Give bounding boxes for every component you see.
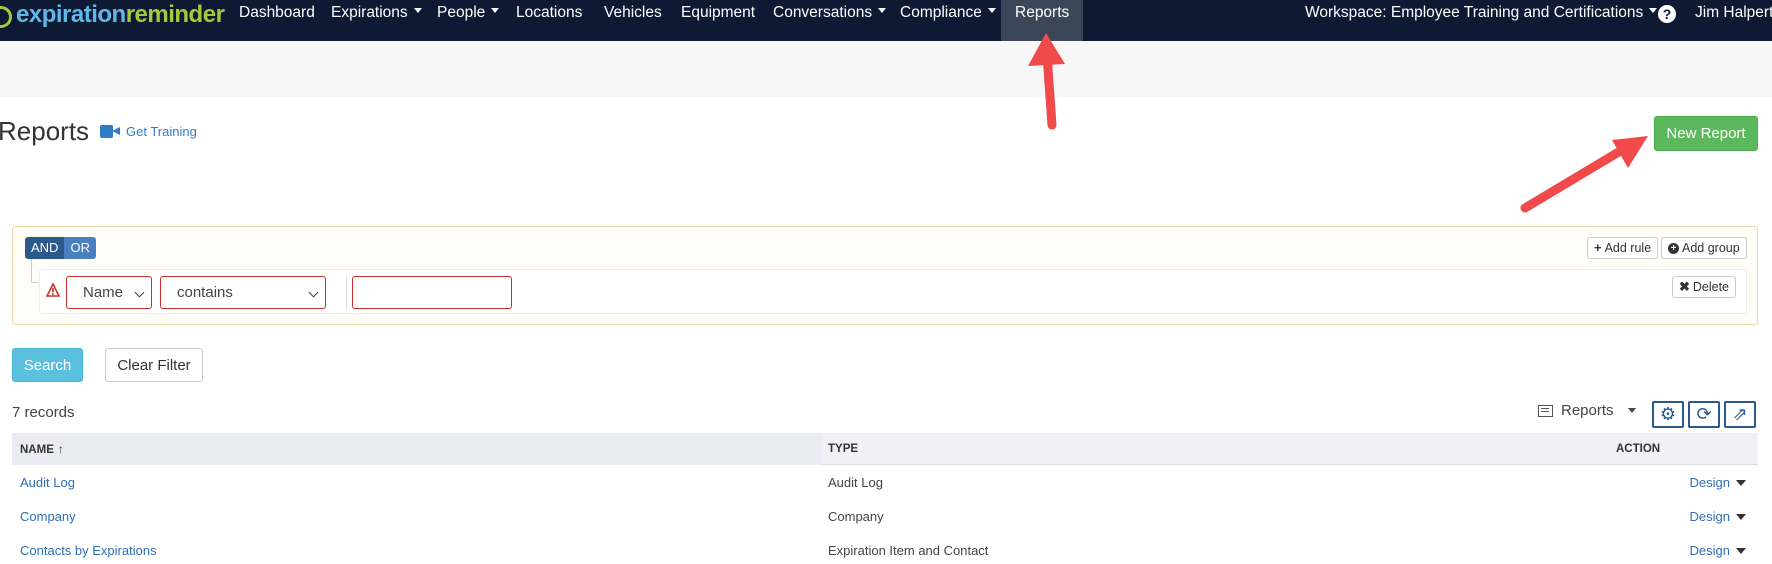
filter-rule: Name contains ✖ Delete	[39, 269, 1747, 314]
brand-text: expirationreminder	[16, 1, 225, 28]
video-camera-icon	[100, 125, 120, 138]
sort-ascending-icon: ↑	[57, 442, 64, 456]
filter-value-input[interactable]	[352, 276, 512, 309]
and-or-toggle: AND OR	[25, 237, 96, 259]
subheader-band	[0, 41, 1772, 97]
operator-select[interactable]: contains	[160, 276, 326, 309]
clear-filter-button[interactable]: Clear Filter	[105, 348, 203, 382]
table-row: Contacts by Expirations Expiration Item …	[12, 533, 1758, 564]
or-button[interactable]: OR	[64, 237, 96, 259]
chevron-down-icon	[134, 287, 145, 298]
refresh-button[interactable]: ⟳	[1688, 401, 1720, 428]
settings-button[interactable]: ⚙	[1652, 401, 1684, 428]
top-navbar: expirationreminder Dashboard Expirations…	[0, 0, 1772, 41]
field-select[interactable]: Name	[66, 276, 152, 309]
caret-down-icon	[1736, 547, 1746, 554]
add-group-button[interactable]: + Add group	[1661, 237, 1747, 259]
divider	[346, 276, 347, 309]
design-dropdown[interactable]: Design	[1690, 465, 1746, 500]
gear-icon: ⚙	[1659, 404, 1677, 424]
nav-equipment[interactable]: Equipment	[681, 0, 755, 41]
plus-icon: +	[1594, 240, 1602, 255]
and-button[interactable]: AND	[25, 237, 65, 259]
brand-mark-icon	[0, 6, 12, 28]
query-builder: AND OR + Add rule + Add group Name conta…	[12, 226, 1758, 325]
nav-locations[interactable]: Locations	[516, 0, 582, 41]
design-dropdown[interactable]: Design	[1690, 499, 1746, 534]
chevron-down-icon	[1649, 8, 1658, 14]
close-icon: ✖	[1678, 279, 1690, 294]
get-training-label: Get Training	[126, 124, 197, 139]
view-selector[interactable]: Reports	[1538, 402, 1636, 419]
refresh-icon: ⟳	[1696, 404, 1712, 424]
share-icon: ⇗	[1732, 404, 1748, 424]
page-title: Reports	[0, 116, 90, 146]
nav-vehicles[interactable]: Vehicles	[604, 0, 662, 41]
chevron-down-icon	[308, 287, 319, 298]
list-icon	[1538, 404, 1553, 417]
chevron-down-icon	[491, 8, 500, 14]
add-rule-button[interactable]: + Add rule	[1587, 237, 1659, 259]
warning-icon	[46, 283, 60, 297]
caret-down-icon	[1736, 479, 1746, 486]
table-row: Audit Log Audit Log Design	[12, 465, 1758, 500]
report-type: Expiration Item and Contact	[828, 543, 989, 558]
caret-down-icon	[1736, 513, 1746, 520]
search-button[interactable]: Search	[12, 348, 83, 382]
chevron-down-icon	[1627, 408, 1636, 413]
design-dropdown[interactable]: Design	[1690, 533, 1746, 564]
name-header-cell[interactable]	[12, 433, 822, 465]
nav-compliance[interactable]: Compliance	[900, 0, 996, 41]
nav-people[interactable]: People	[437, 0, 500, 41]
report-type: Audit Log	[828, 475, 883, 490]
column-header-type[interactable]: TYPE	[828, 433, 858, 465]
nav-dashboard[interactable]: Dashboard	[239, 0, 315, 41]
chevron-down-icon	[987, 8, 996, 14]
nav-conversations[interactable]: Conversations	[773, 0, 887, 41]
plus-circle-icon: +	[1668, 242, 1679, 254]
nav-expirations[interactable]: Expirations	[331, 0, 422, 41]
delete-rule-button[interactable]: ✖ Delete	[1671, 276, 1736, 298]
records-count: 7 records	[12, 404, 75, 421]
user-menu[interactable]: Jim Halpert	[1695, 0, 1772, 41]
report-name-link[interactable]: Company	[20, 499, 76, 534]
export-button[interactable]: ⇗	[1724, 401, 1756, 428]
chevron-down-icon	[878, 8, 887, 14]
report-type: Company	[828, 509, 884, 524]
table-row: Company Company Design	[12, 499, 1758, 534]
column-header-action: ACTION	[1616, 443, 1661, 455]
chevron-down-icon	[413, 8, 422, 14]
arrow-to-new-report-icon	[1520, 136, 1648, 213]
help-icon[interactable]: ?	[1658, 5, 1676, 23]
report-name-link[interactable]: Contacts by Expirations	[20, 533, 157, 564]
table-header: NAME ↑ TYPE ACTION	[12, 433, 1758, 465]
nav-reports[interactable]: Reports	[1001, 0, 1084, 41]
report-name-link[interactable]: Audit Log	[20, 465, 75, 500]
column-header-name[interactable]: NAME ↑	[20, 433, 64, 465]
new-report-button[interactable]: New Report	[1654, 116, 1758, 151]
workspace-selector[interactable]: Workspace: Employee Training and Certifi…	[1305, 0, 1658, 41]
get-training-link[interactable]: Get Training	[100, 124, 197, 139]
